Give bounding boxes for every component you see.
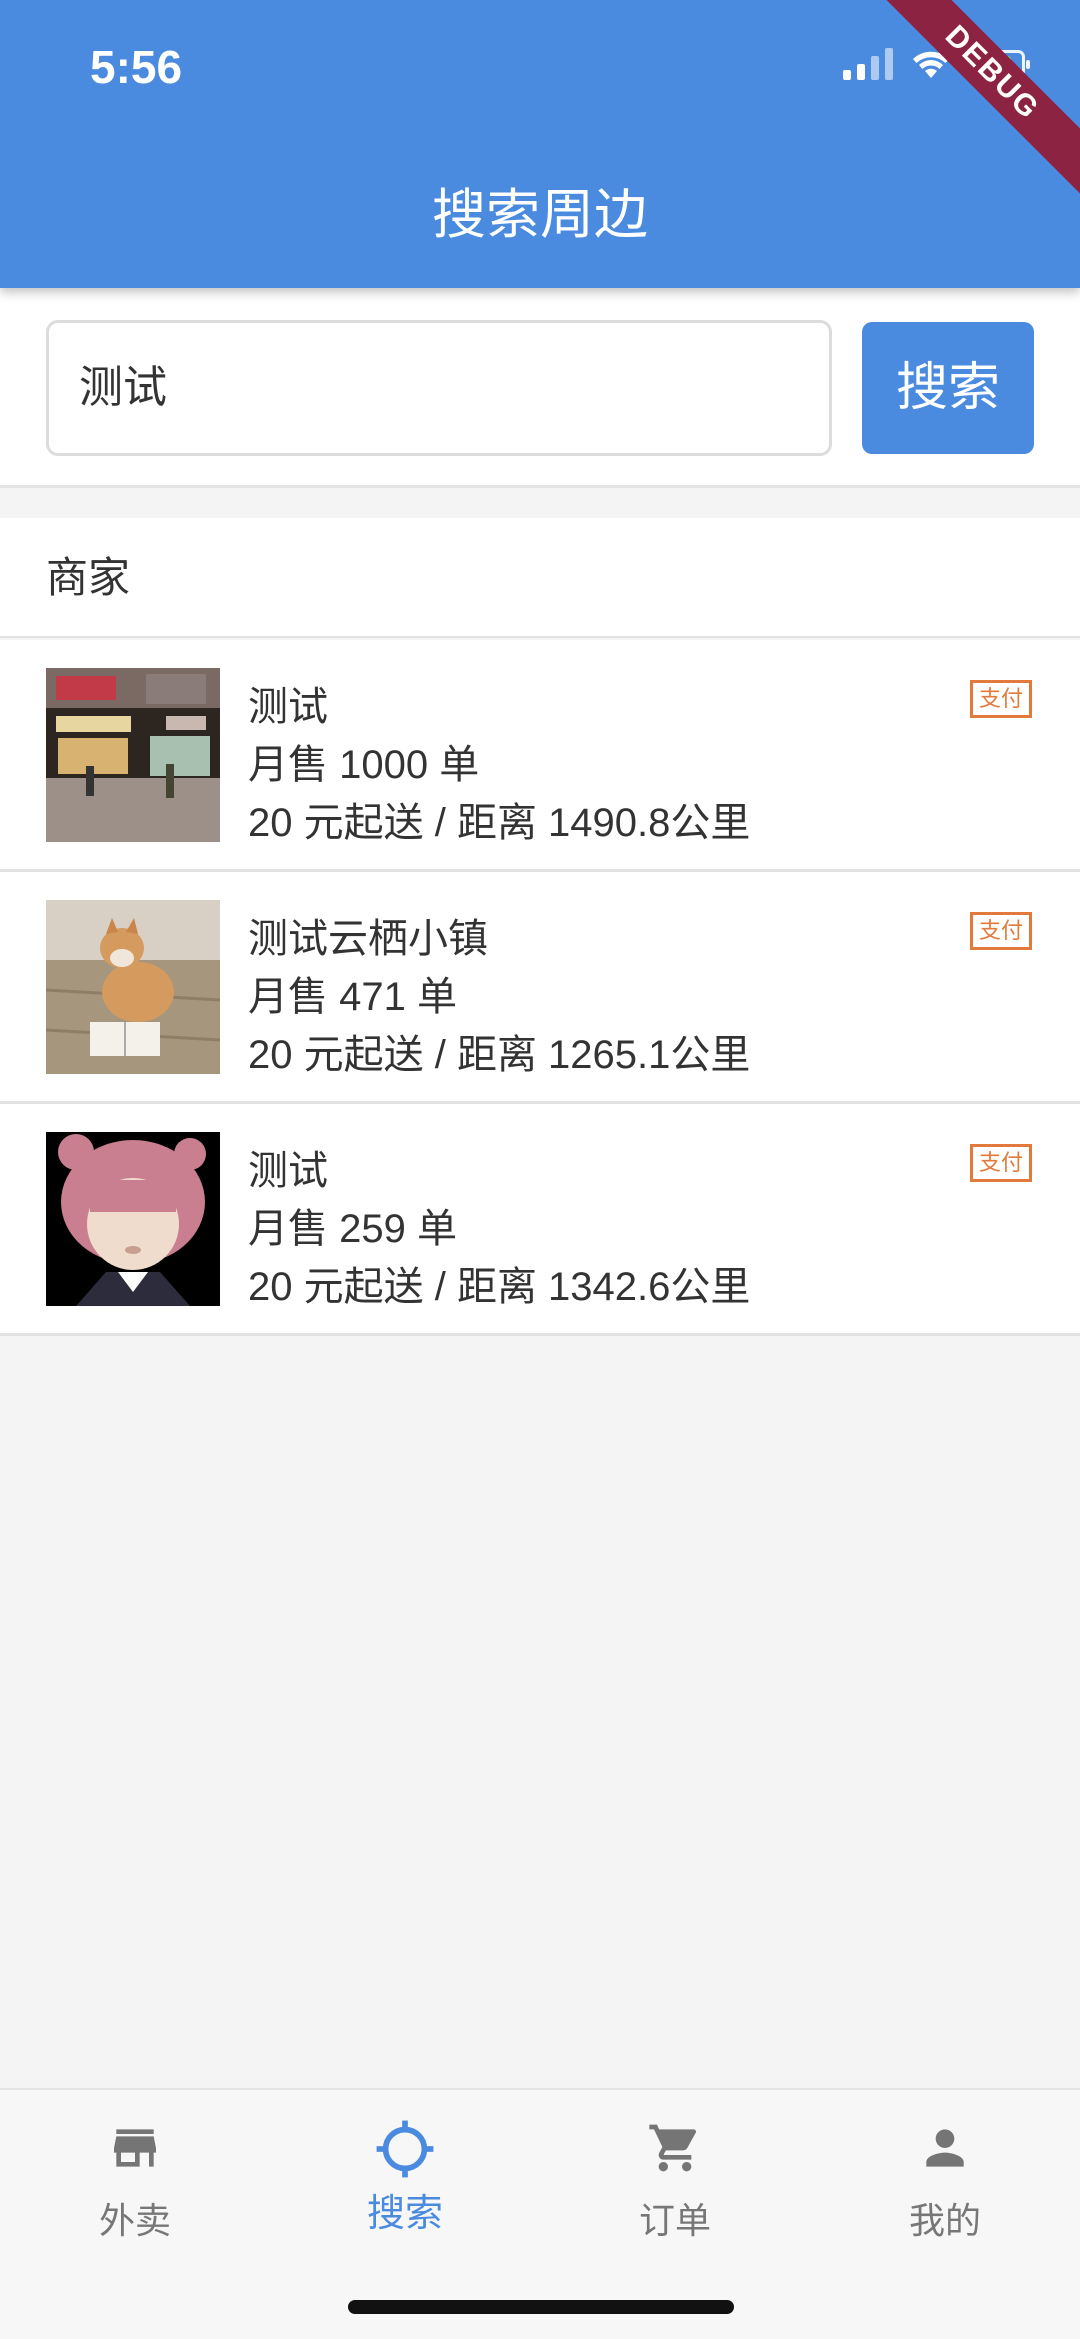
merchant-thumbnail xyxy=(46,900,220,1074)
merchant-name: 测试 xyxy=(248,1149,328,1193)
section-title: 商家 xyxy=(0,518,1080,638)
nav-item-takeout[interactable]: 外卖 xyxy=(0,2090,270,2290)
merchant-sales: 月售 259 单 xyxy=(248,1207,457,1251)
debug-banner: DEBUG xyxy=(869,0,1080,196)
merchant-name: 测试云栖小镇 xyxy=(248,917,488,961)
nav-item-profile[interactable]: 我的 xyxy=(810,2090,1080,2290)
merchant-delivery-info: 20 元起送 / 距离 1490.8公里 xyxy=(248,801,751,845)
nav-label: 我的 xyxy=(908,2200,981,2241)
merchant-item[interactable]: 测试 月售 259 单 20 元起送 / 距离 1342.6公里 支付 xyxy=(0,1104,1080,1336)
pay-badge: 支付 xyxy=(969,1144,1032,1182)
merchant-delivery-info: 20 元起送 / 距离 1342.6公里 xyxy=(248,1265,751,1309)
merchant-item[interactable]: 测试云栖小镇 月售 471 单 20 元起送 / 距离 1265.1公里 支付 xyxy=(0,872,1080,1104)
nav-label: 订单 xyxy=(638,2200,711,2241)
search-input[interactable]: 测试 xyxy=(46,320,832,456)
home-indicator xyxy=(348,2300,734,2314)
page-title: 搜索周边 xyxy=(432,185,648,245)
merchant-thumbnail xyxy=(46,668,220,842)
merchant-list: 测试 月售 1000 单 20 元起送 / 距离 1490.8公里 支付 测试云… xyxy=(0,640,1080,1336)
search-button[interactable]: 搜索 xyxy=(862,322,1034,454)
status-time: 5:56 xyxy=(90,41,183,93)
signal-icon xyxy=(843,48,893,80)
store-icon xyxy=(114,2129,156,2167)
search-area: 测试 搜索 xyxy=(0,288,1080,488)
nav-label: 搜索 xyxy=(366,2193,443,2235)
app-header: 5:56 DEBUG 搜索周边 xyxy=(0,0,1080,288)
merchant-thumbnail xyxy=(46,1132,220,1306)
merchant-delivery-info: 20 元起送 / 距离 1265.1公里 xyxy=(248,1033,751,1077)
merchant-name: 测试 xyxy=(248,685,328,729)
pay-badge: 支付 xyxy=(969,912,1032,950)
nav-label: 外卖 xyxy=(98,2200,171,2241)
merchant-sales: 月售 471 单 xyxy=(248,975,457,1019)
nav-item-orders[interactable]: 订单 xyxy=(540,2090,810,2290)
merchant-sales: 月售 1000 单 xyxy=(248,743,480,787)
nav-item-search[interactable]: 搜索 xyxy=(270,2090,540,2290)
pay-badge: 支付 xyxy=(969,680,1032,718)
gps-target-icon xyxy=(376,2120,434,2178)
person-icon xyxy=(926,2129,964,2167)
cart-icon xyxy=(649,2124,697,2172)
merchant-item[interactable]: 测试 月售 1000 单 20 元起送 / 距离 1490.8公里 支付 xyxy=(0,640,1080,872)
